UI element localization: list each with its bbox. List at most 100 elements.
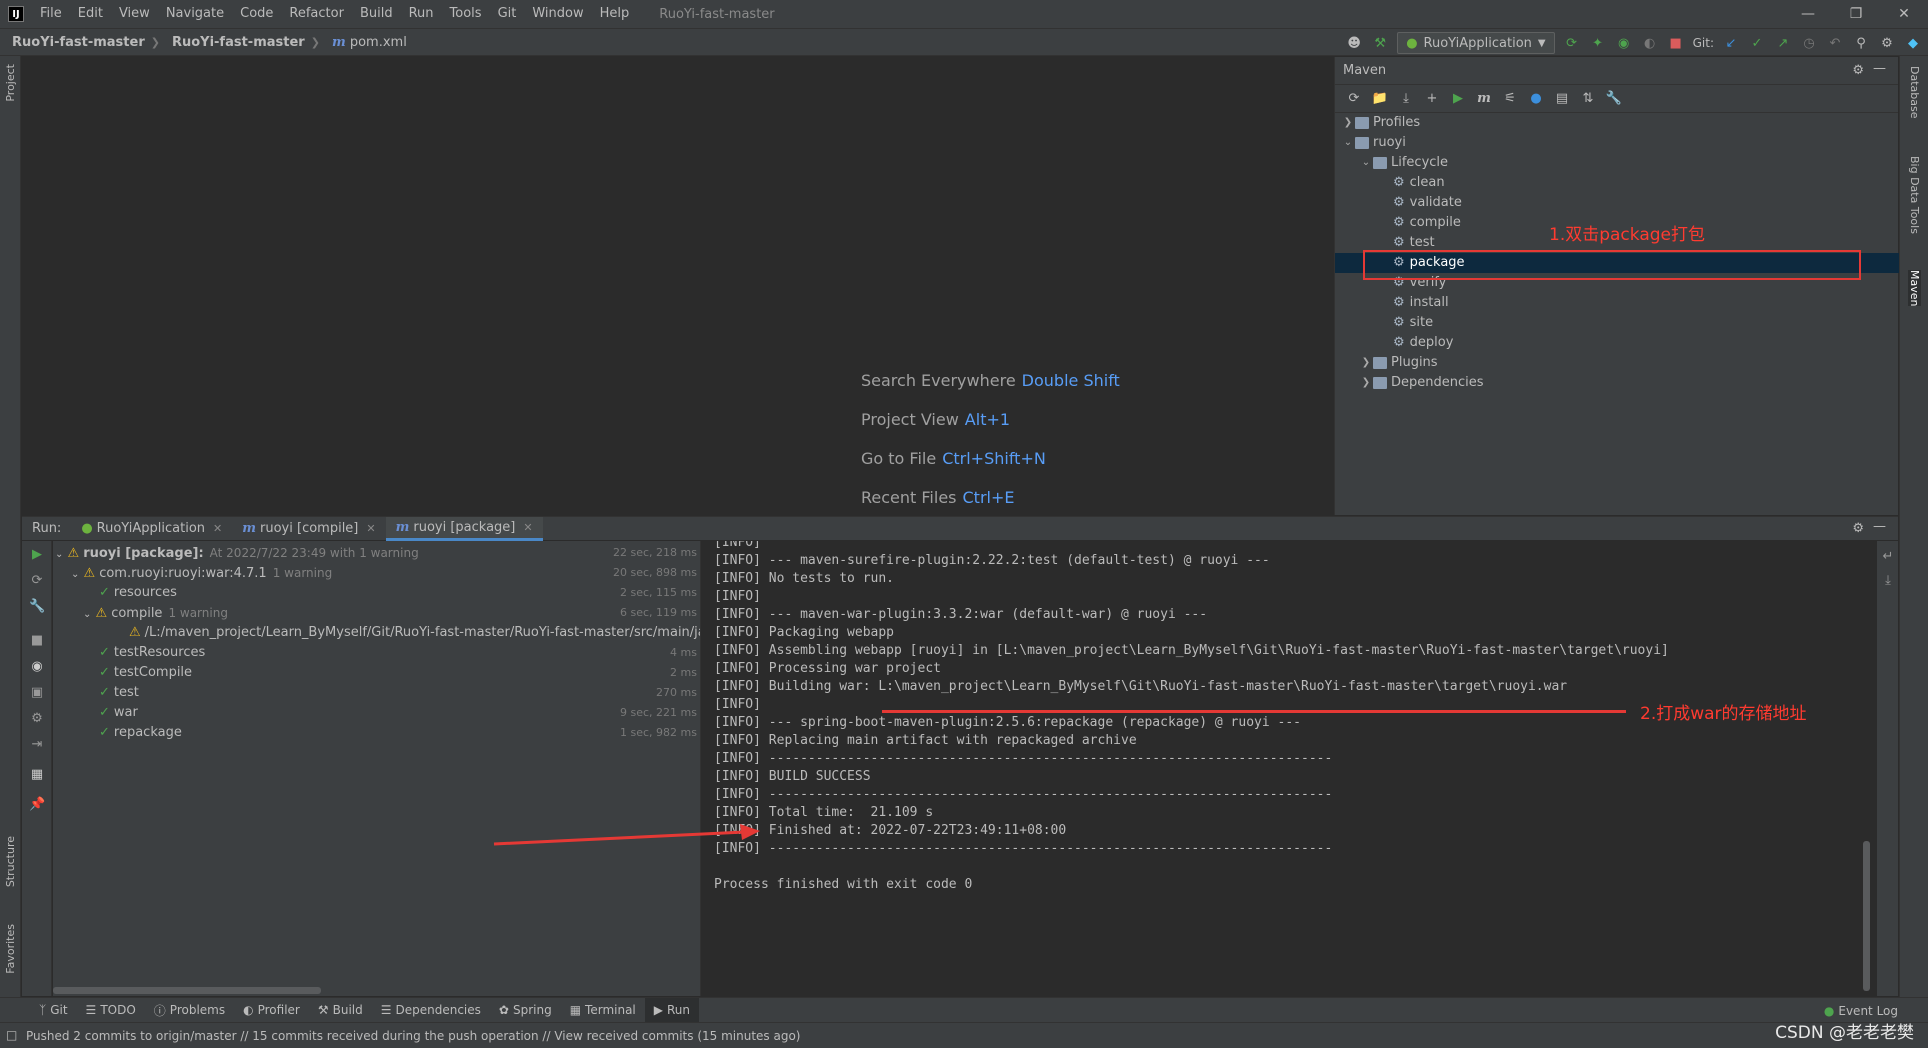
tool-run[interactable]: ▶ Run [644,997,700,1023]
lifecycle-site[interactable]: ⚙ site [1393,313,1433,333]
git-commit-icon[interactable]: ✓ [1748,34,1766,52]
close-tab-icon[interactable]: ✕ [523,521,532,534]
maven-tree-lifecycle[interactable]: ⌄ Lifecycle [1359,153,1448,173]
lifecycle-install[interactable]: ⚙ install [1393,293,1449,313]
tree-row-artifact[interactable]: ⌄ ⚠ com.ruoyi:ruoyi:war:4.7.1 1 warning 20 … [53,563,700,583]
menu-run[interactable]: Run [401,0,442,28]
execute-goal-icon[interactable]: m [1475,90,1493,108]
tool-git[interactable]: ᛉ Git [30,998,77,1023]
menu-refactor[interactable]: Refactor [281,0,352,28]
git-history-icon[interactable]: ◷ [1800,34,1818,52]
horizontal-scrollbar[interactable] [53,987,321,994]
maven-tree-profiles[interactable]: ❯ Profiles [1341,113,1420,133]
skip-tests-icon[interactable]: ● [1527,90,1545,108]
run-configuration-select[interactable]: ● RuoYiApplication ▼ [1397,32,1555,54]
toggle-offline-icon[interactable]: ⚟ [1501,90,1519,108]
wrench-icon[interactable]: 🔧 [29,599,45,615]
settings-gear-icon[interactable]: ⚙ [1878,34,1896,52]
lifecycle-compile[interactable]: ⚙ compile [1393,213,1461,233]
tree-row-resources[interactable]: ✓ resources 2 sec, 115 ms [53,583,700,603]
debug-icon[interactable]: ✦ [1589,34,1607,52]
rerun-icon[interactable]: ⟳ [1563,34,1581,52]
reload-icon[interactable]: ⟳ [1345,90,1363,108]
tool-profiler[interactable]: ◐ Profiler [234,998,309,1023]
close-tab-icon[interactable]: ✕ [213,522,222,535]
git-update-icon[interactable]: ↙ [1722,34,1740,52]
menu-build[interactable]: Build [352,0,401,28]
maven-tree-plugins[interactable]: ❯ Plugins [1359,353,1438,373]
stop-icon[interactable]: ■ [29,633,45,649]
tree-row-warning-path[interactable]: ⚠/L:/maven_project/Learn_ByMyself/Git/Ru… [53,623,700,643]
breadcrumb-file[interactable]: m pom.xml [320,35,407,50]
tree-row-war[interactable]: ✓ war 9 sec, 221 ms [53,703,700,723]
wrench-icon[interactable]: 🔧 [1605,90,1623,108]
pin-icon[interactable]: 📌 [29,797,45,813]
status-message[interactable]: Pushed 2 commits to origin/master // 15 … [26,1029,800,1043]
tab-ruoyi-application[interactable]: ● RuoYiApplication ✕ [71,517,232,541]
tree-row-testresources[interactable]: ✓ testResources 4 ms [53,643,700,663]
lifecycle-clean[interactable]: ⚙ clean [1393,173,1445,193]
maven-tree-dependencies[interactable]: ❯ Dependencies [1359,373,1484,393]
maven-tree-project[interactable]: ⌄ ruoyi [1341,133,1406,153]
export-icon[interactable]: ⇥ [29,737,45,753]
eye-icon[interactable]: ◉ [29,659,45,675]
run-icon[interactable]: ▶ [1449,90,1467,108]
coverage-icon[interactable]: ◉ [1615,34,1633,52]
tool-build[interactable]: ⚒ Build [309,998,372,1023]
rerun-icon[interactable]: ▶ [29,547,45,563]
tool-dependencies[interactable]: ☰ Dependencies [372,998,490,1023]
jetbrains-toolbox-icon[interactable]: ◆ [1904,34,1922,52]
menu-window[interactable]: Window [524,0,591,28]
git-rollback-icon[interactable]: ↶ [1826,34,1844,52]
profiler-icon[interactable]: ◐ [1641,34,1659,52]
add-icon[interactable]: + [1423,90,1441,108]
tab-ruoyi-compile[interactable]: m ruoyi [compile] ✕ [232,517,385,541]
database-tool-window-button[interactable]: Database [1908,66,1921,119]
menu-git[interactable]: Git [490,0,525,28]
stop-icon[interactable]: ■ [1667,34,1685,52]
build-hammer-icon[interactable]: ⚒ [1371,34,1389,52]
favorites-tool-window-button[interactable]: Favorites [4,924,17,974]
tree-row-test[interactable]: ✓ test 270 ms [53,683,700,703]
minimize-icon[interactable]: — [1784,0,1832,28]
lifecycle-deploy[interactable]: ⚙ deploy [1393,333,1453,353]
breadcrumb-project[interactable]: RuoYi-fast-master [0,35,145,50]
tab-ruoyi-package[interactable]: m ruoyi [package] ✕ [385,516,543,541]
tree-row-repackage[interactable]: ✓ repackage 1 sec, 982 ms [53,723,700,743]
collapse-all-icon[interactable]: ⇅ [1579,90,1597,108]
menu-view[interactable]: View [111,0,158,28]
menu-navigate[interactable]: Navigate [158,0,232,28]
breadcrumb-module[interactable]: RuoYi-fast-master [160,35,305,50]
restore-icon[interactable]: ❐ [1832,0,1880,28]
git-push-icon[interactable]: ↗ [1774,34,1792,52]
intellij-logo-icon[interactable]: IJ [8,6,24,22]
camera-icon[interactable]: ▣ [29,685,45,701]
soft-wrap-icon[interactable]: ↵ [1880,549,1896,565]
close-icon[interactable]: ✕ [1880,0,1928,28]
console-scrollbar[interactable] [1863,841,1870,991]
show-dependencies-icon[interactable]: ▤ [1553,90,1571,108]
status-toggle-icon[interactable]: □ [6,1028,17,1042]
user-icon[interactable]: ☻ [1345,34,1363,52]
gear-icon[interactable]: ⚙ [1852,521,1864,536]
structure-tool-window-button[interactable]: Structure [4,836,17,887]
rerun-failed-icon[interactable]: ⟳ [29,573,45,589]
tool-terminal[interactable]: ▦ Terminal [561,998,645,1023]
tool-problems[interactable]: ⓘ Problems [145,998,234,1023]
settings-icon[interactable]: ⚙ [29,711,45,727]
download-icon[interactable]: ⤓ [1397,90,1415,108]
tree-row-package[interactable]: ⌄ ⚠ ruoyi [package]: At 2022/7/22 23:49 wi… [53,543,700,563]
project-tool-window-button[interactable]: Project [4,64,17,102]
hide-panel-icon[interactable]: — [1873,61,1886,76]
generate-sources-icon[interactable]: 📁 [1371,90,1389,108]
search-icon[interactable]: ⚲ [1852,34,1870,52]
tree-row-testcompile[interactable]: ✓ testCompile 2 ms [53,663,700,683]
tree-row-compile[interactable]: ⌄ ⚠ compile 1 warning 6 sec, 119 ms [53,603,700,623]
gear-icon[interactable]: ⚙ [1852,63,1864,78]
tool-spring[interactable]: ✿ Spring [490,998,561,1023]
menu-file[interactable]: File [32,0,70,28]
scroll-to-end-icon[interactable]: ⤓ [1880,573,1896,589]
layout-icon[interactable]: ▦ [29,767,45,783]
menu-edit[interactable]: Edit [70,0,111,28]
menu-tools[interactable]: Tools [442,0,490,28]
